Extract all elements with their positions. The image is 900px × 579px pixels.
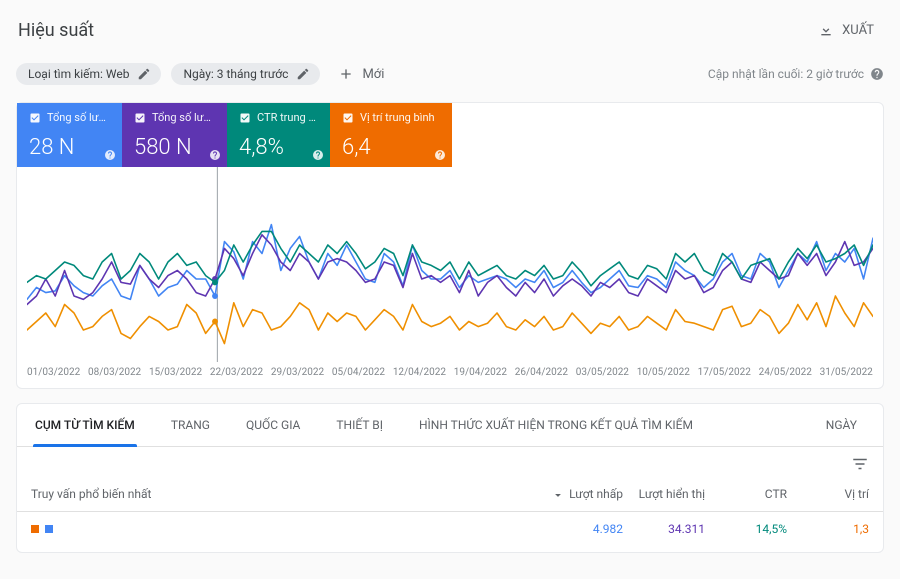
performance-chart-card: Tổng số lượt nh... 28 N Tổng số lượt hiể… <box>16 102 884 389</box>
cell-clicks: 4.982 <box>541 522 623 536</box>
help-icon[interactable] <box>312 149 324 161</box>
updated-label: Cập nhật lần cuối: 2 giờ trước <box>708 67 864 81</box>
export-label: XUẤT <box>842 23 874 38</box>
queries-table-card: CỤM TỪ TÌM KIẾMTRANGQUỐC GIATHIẾT BỊHÌNH… <box>16 403 884 553</box>
metric-label: Tổng số lượt hiể... <box>152 111 217 124</box>
chart-area[interactable] <box>17 167 883 367</box>
column-query[interactable]: Truy vấn phổ biến nhất <box>31 487 541 501</box>
tab-3[interactable]: THIẾT BỊ <box>318 404 401 446</box>
pencil-icon <box>296 67 310 81</box>
x-axis-tick: 22/03/2022 <box>210 367 263 378</box>
cell-ctr: 14,5% <box>705 522 787 536</box>
filters-row: Loại tìm kiếm: Web Ngày: 3 tháng trước M… <box>16 58 884 102</box>
metric-label: Vị trí trung bình <box>360 111 435 124</box>
x-axis-tick: 12/04/2022 <box>393 367 446 378</box>
cell-impressions: 34.311 <box>623 522 705 536</box>
x-axis-tick: 15/03/2022 <box>149 367 202 378</box>
help-icon[interactable] <box>434 149 446 161</box>
metric-impressions[interactable]: Tổng số lượt hiể... 580 N <box>122 103 227 167</box>
table-tools <box>17 447 883 481</box>
page-title: Hiệu suất <box>18 20 94 41</box>
metric-value: 28 N <box>29 137 112 159</box>
x-axis-tick: 29/03/2022 <box>271 367 324 378</box>
tab-1[interactable]: TRANG <box>153 404 228 446</box>
column-position[interactable]: Vị trí <box>787 487 869 501</box>
pencil-icon <box>137 67 151 81</box>
metric-position[interactable]: Vị trí trung bình 6,4 <box>330 103 452 167</box>
help-icon[interactable] <box>209 149 221 161</box>
x-axis-tick: 10/05/2022 <box>637 367 690 378</box>
download-icon <box>818 22 834 38</box>
add-filter-label: Mới <box>362 67 384 82</box>
title-bar: Hiệu suất XUẤT <box>16 12 884 58</box>
x-axis-tick: 19/04/2022 <box>454 367 507 378</box>
column-ctr[interactable]: CTR <box>705 487 787 501</box>
filter-icon[interactable] <box>851 455 869 473</box>
table-header: Truy vấn phổ biến nhất Lượt nhấp Lượt hi… <box>17 481 883 512</box>
table-row[interactable]: 4.982 34.311 14,5% 1,3 <box>17 512 883 546</box>
x-axis-tick: 05/04/2022 <box>332 367 385 378</box>
checkbox-icon <box>239 112 251 124</box>
filters-left: Loại tìm kiếm: Web Ngày: 3 tháng trước M… <box>16 62 392 86</box>
checkbox-icon <box>342 112 354 124</box>
cell-position: 1,3 <box>787 522 869 536</box>
tab-2[interactable]: QUỐC GIA <box>228 404 318 446</box>
chart-x-axis: 01/03/2022 08/03/2022 15/03/2022 22/03/2022… <box>17 367 883 388</box>
tab-5[interactable]: NGÀY <box>808 404 875 446</box>
checkbox-icon <box>29 112 41 124</box>
metric-label: CTR trung bình <box>257 111 320 124</box>
help-icon[interactable] <box>104 149 116 161</box>
checkbox-icon <box>134 112 146 124</box>
metric-ctr[interactable]: CTR trung bình 4,8% <box>227 103 330 167</box>
metric-tiles: Tổng số lượt nh... 28 N Tổng số lượt hiể… <box>17 103 883 167</box>
x-axis-tick: 08/03/2022 <box>88 367 141 378</box>
plus-icon <box>338 66 354 82</box>
column-clicks[interactable]: Lượt nhấp <box>541 487 623 501</box>
x-axis-tick: 31/05/2022 <box>820 367 873 378</box>
metric-value: 580 N <box>134 137 217 159</box>
last-updated: Cập nhật lần cuối: 2 giờ trước <box>708 67 884 81</box>
metric-clicks[interactable]: Tổng số lượt nh... 28 N <box>17 103 122 167</box>
query-cell <box>31 525 541 533</box>
x-axis-tick: 24/05/2022 <box>759 367 812 378</box>
metric-value: 6,4 <box>342 137 442 159</box>
filter-chip-date[interactable]: Ngày: 3 tháng trước <box>171 63 320 85</box>
series-color-position <box>31 525 39 533</box>
add-filter-button[interactable]: Mới <box>330 62 392 86</box>
export-button[interactable]: XUẤT <box>810 16 882 44</box>
performance-chart <box>27 167 873 367</box>
chip-label: Loại tìm kiếm: Web <box>28 67 129 81</box>
filter-chip-search-type[interactable]: Loại tìm kiếm: Web <box>16 63 161 85</box>
help-icon[interactable] <box>870 67 884 81</box>
tabs: CỤM TỪ TÌM KIẾMTRANGQUỐC GIATHIẾT BỊHÌNH… <box>17 404 883 447</box>
x-axis-tick: 01/03/2022 <box>27 367 80 378</box>
x-axis-tick: 17/05/2022 <box>698 367 751 378</box>
arrow-down-icon <box>551 487 565 501</box>
metric-value: 4,8% <box>239 137 320 159</box>
series-color-clicks <box>45 525 53 533</box>
tab-4[interactable]: HÌNH THỨC XUẤT HIỆN TRONG KẾT QUẢ TÌM KI… <box>401 404 711 446</box>
column-impressions[interactable]: Lượt hiển thị <box>623 487 705 501</box>
column-clicks-label: Lượt nhấp <box>569 487 623 501</box>
chip-label: Ngày: 3 tháng trước <box>183 67 288 81</box>
x-axis-tick: 03/05/2022 <box>576 367 629 378</box>
tab-0[interactable]: CỤM TỪ TÌM KIẾM <box>17 404 153 446</box>
x-axis-tick: 26/04/2022 <box>515 367 568 378</box>
metric-label: Tổng số lượt nh... <box>47 111 112 124</box>
